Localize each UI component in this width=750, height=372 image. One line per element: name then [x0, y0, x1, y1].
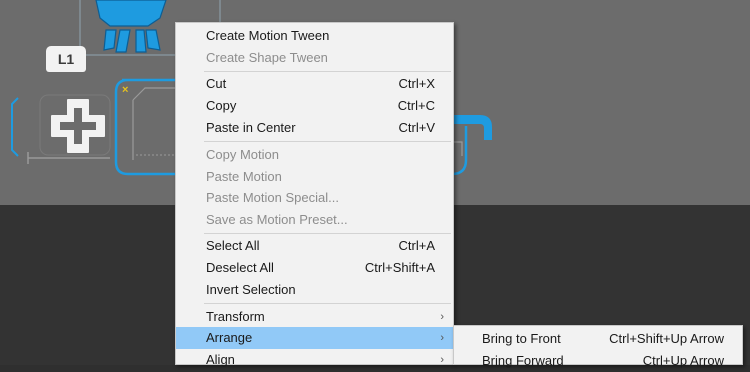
menu-item-label: Save as Motion Preset...: [206, 212, 348, 227]
menu-item-label: Bring Forward: [482, 353, 564, 368]
menu-item-copy-motion[interactable]: Copy Motion: [176, 144, 453, 166]
menu-separator: [204, 303, 451, 304]
menu-item-transform[interactable]: Transform ›: [176, 306, 453, 328]
menu-item-label: Select All: [206, 238, 260, 253]
menu-item-label: Transform: [206, 309, 265, 324]
chevron-right-icon: ›: [440, 332, 444, 344]
menu-item-label: Paste Motion: [206, 169, 282, 184]
submenu-item-bring-forward[interactable]: Bring Forward Ctrl+Up Arrow: [454, 350, 742, 372]
menu-item-invert-selection[interactable]: Invert Selection: [176, 279, 453, 301]
menu-item-label: Copy Motion: [206, 147, 279, 162]
layer-badge: L1: [46, 46, 86, 72]
menu-item-label: Paste Motion Special...: [206, 190, 339, 205]
menu-separator: [204, 141, 451, 142]
menu-item-label: Arrange: [206, 330, 253, 345]
menu-item-align[interactable]: Align ›: [176, 349, 453, 371]
menu-item-copy[interactable]: Copy Ctrl+C: [176, 95, 453, 117]
menu-item-cut[interactable]: Cut Ctrl+X: [176, 73, 453, 95]
menu-item-label: Align: [206, 352, 235, 367]
close-marker-icon: ×: [122, 84, 128, 96]
dpad-plus-icon: [51, 99, 105, 153]
menu-item-label: Deselect All: [206, 260, 274, 275]
menu-item-deselect-all[interactable]: Deselect All Ctrl+Shift+A: [176, 257, 453, 279]
menu-separator: [204, 71, 451, 72]
menu-item-create-shape-tween[interactable]: Create Shape Tween: [176, 47, 453, 69]
right-accent-shape: [454, 115, 492, 140]
menu-item-shortcut: Ctrl+X: [398, 76, 435, 91]
menu-item-shortcut: Ctrl+A: [398, 238, 435, 253]
menu-item-create-motion-tween[interactable]: Create Motion Tween: [176, 25, 453, 47]
context-menu: Create Motion Tween Create Shape Tween C…: [175, 22, 454, 367]
menu-item-label: Bring to Front: [482, 331, 561, 346]
submenu-item-bring-to-front[interactable]: Bring to Front Ctrl+Shift+Up Arrow: [454, 328, 742, 350]
menu-item-label: Copy: [206, 98, 237, 113]
chevron-right-icon: ›: [440, 311, 444, 323]
menu-item-arrange[interactable]: Arrange ›: [176, 327, 453, 349]
menu-item-label: Cut: [206, 76, 227, 91]
chevron-right-icon: ›: [440, 354, 444, 366]
menu-item-label: Create Motion Tween: [206, 28, 330, 43]
menu-item-select-all[interactable]: Select All Ctrl+A: [176, 235, 453, 257]
menu-item-paste-motion[interactable]: Paste Motion: [176, 166, 453, 188]
menu-separator: [204, 233, 451, 234]
menu-item-shortcut: Ctrl+Shift+A: [364, 260, 435, 275]
menu-item-label: Create Shape Tween: [206, 50, 328, 65]
robot-figure: [95, 0, 167, 53]
menu-item-paste-motion-special[interactable]: Paste Motion Special...: [176, 187, 453, 209]
menu-item-label: Paste in Center: [206, 120, 296, 135]
arrange-submenu: Bring to Front Ctrl+Shift+Up Arrow Bring…: [453, 325, 743, 368]
menu-item-shortcut: Ctrl+Shift+Up Arrow: [609, 331, 724, 346]
menu-item-shortcut: Ctrl+V: [398, 120, 435, 135]
menu-item-shortcut: Ctrl+Up Arrow: [642, 353, 724, 368]
menu-item-save-motion-preset[interactable]: Save as Motion Preset...: [176, 209, 453, 231]
menu-item-label: Invert Selection: [206, 282, 296, 297]
menu-item-shortcut: Ctrl+C: [397, 98, 435, 113]
left-bracket: [11, 97, 19, 157]
menu-item-paste-in-center[interactable]: Paste in Center Ctrl+V: [176, 117, 453, 139]
